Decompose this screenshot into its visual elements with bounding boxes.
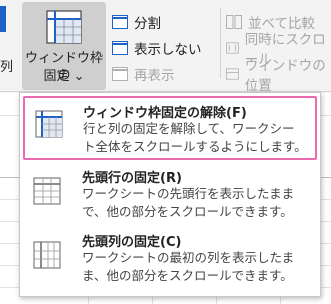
- hide-window-icon: [112, 41, 128, 55]
- split-button[interactable]: 分割: [112, 12, 161, 32]
- menu-item-desc: ト全体をスクロールするようにします。: [83, 139, 307, 154]
- freeze-first-column-icon: [33, 241, 61, 269]
- column-icon: [0, 6, 6, 32]
- menu-item-desc: で、他の部分をスクロールできます。: [82, 204, 293, 219]
- unhide-label: 再表示: [134, 68, 175, 84]
- menu-item-unfreeze-panes[interactable]: ウィンドウ枠固定の解除(F) 行と列の固定を解除して、ワークシー ト全体をスクロ…: [23, 96, 317, 160]
- menu-item-title: 先頭行の固定(R): [82, 171, 182, 186]
- freeze-panes-icon: [46, 10, 82, 44]
- hide-button[interactable]: 表示しない: [112, 38, 202, 58]
- freeze-top-row-icon: [33, 177, 61, 205]
- menu-item-title: 先頭列の固定(C): [82, 235, 182, 250]
- freeze-panes-button[interactable]: ウィンドウ枠の 固定 ⌄: [22, 2, 106, 90]
- unhide-button[interactable]: 再表示: [112, 64, 175, 84]
- menu-item-desc: ワークシートの先頭行を表示したまま: [82, 186, 295, 201]
- unhide-window-icon: [112, 67, 128, 81]
- menu-item-desc: 行と列の固定を解除して、ワークシー: [83, 121, 295, 136]
- split-icon: [112, 15, 128, 29]
- menu-item-title: ウィンドウ枠固定の解除(F): [83, 106, 247, 121]
- freeze-panes-menu: ウィンドウ枠固定の解除(F) 行と列の固定を解除して、ワークシー ト全体をスクロ…: [19, 92, 321, 297]
- ribbon-left-label: 列: [0, 60, 14, 75]
- freeze-panes-label-2: 固定 ⌄: [43, 69, 85, 84]
- reset-position-label: ウィンドウの位置: [244, 58, 326, 94]
- unfreeze-panes-icon: [35, 110, 63, 138]
- reset-position-icon: [226, 68, 239, 80]
- ribbon: 列 ウィンドウ枠の 固定 ⌄ 分割 表示しない 再表示 並べて比較 同時にスクロ…: [0, 0, 331, 94]
- menu-item-freeze-first-column[interactable]: 先頭列の固定(C) ワークシートの最初の列を表示したま ま、他の部分をスクロール…: [20, 229, 320, 293]
- menu-item-desc: ま、他の部分をスクロールできます。: [82, 268, 293, 283]
- hide-label: 表示しない: [134, 42, 202, 58]
- ribbon-left-edge: 列: [0, 0, 14, 92]
- side-by-side-icon: [226, 15, 242, 29]
- sync-scroll-icon: [226, 42, 239, 54]
- split-label: 分割: [134, 16, 161, 32]
- menu-item-desc: ワークシートの最初の列を表示したま: [82, 250, 295, 265]
- reset-position-button[interactable]: ウィンドウの位置: [226, 58, 331, 94]
- menu-item-freeze-top-row[interactable]: 先頭行の固定(R) ワークシートの先頭行を表示したまま で、他の部分をスクロール…: [20, 165, 320, 229]
- ribbon-separator: [220, 8, 221, 78]
